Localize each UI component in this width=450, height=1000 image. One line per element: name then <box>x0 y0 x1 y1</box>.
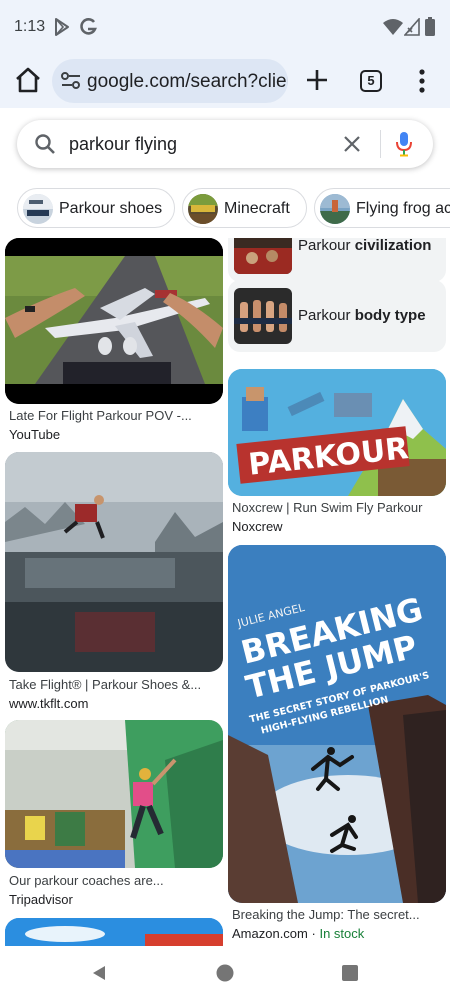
result-source: www.tkflt.com <box>9 696 89 711</box>
system-nav-bar <box>0 946 450 1000</box>
result-card[interactable]: JULIE ANGEL BREAKING THE JUMP THE SECRET… <box>228 545 450 946</box>
url-text: google.com/search?client=ms-android-goog… <box>87 71 288 92</box>
google-g-icon <box>80 18 97 35</box>
chip-parkour-shoes[interactable]: Parkour shoes <box>17 188 175 228</box>
back-icon[interactable] <box>90 964 108 982</box>
result-image[interactable] <box>5 918 223 946</box>
chip-minecraft[interactable]: Minecraft <box>182 188 307 228</box>
result-title: Take Flight® | Parkour Shoes &... <box>9 677 202 692</box>
suggestion-chips: Parkour shoes Minecraft Flying frog ac <box>0 188 450 230</box>
chip-thumbnail <box>320 194 350 224</box>
signal-icon <box>404 18 420 36</box>
result-image[interactable] <box>5 720 223 868</box>
chip-label: Parkour shoes <box>59 200 163 217</box>
related-label: Parkour civilization <box>298 238 432 254</box>
battery-icon <box>425 17 435 36</box>
search-box <box>17 120 433 168</box>
result-card[interactable]: Take Flight® | Parkour Shoes &... www.tk… <box>0 452 228 714</box>
result-card[interactable]: PARKOUR Noxcrew | Run Swim Fly Parkour N… <box>228 369 450 537</box>
result-card[interactable]: Late For Flight Parkour POV -... YouTube <box>0 238 228 448</box>
result-title: Late For Flight Parkour POV -... <box>9 408 192 423</box>
status-bar: 1:13 <box>0 0 450 56</box>
more-vert-icon[interactable] <box>412 66 432 96</box>
tune-icon[interactable] <box>60 71 82 91</box>
result-card[interactable] <box>0 918 228 946</box>
result-card[interactable]: Our parkour coaches are... Tripadvisor <box>0 720 228 912</box>
related-label: Parkour body type <box>298 307 426 324</box>
wifi-icon <box>383 19 403 35</box>
recents-icon[interactable] <box>342 965 358 981</box>
availability-badge: In stock <box>319 926 365 941</box>
related-search-body-type[interactable]: Parkour body type <box>228 280 446 352</box>
chip-label: Flying frog ac <box>356 200 450 217</box>
related-thumbnail <box>234 238 292 274</box>
close-icon[interactable] <box>341 133 363 155</box>
mic-icon[interactable] <box>395 131 413 157</box>
result-title: Breaking the Jump: The secret... <box>232 907 420 922</box>
search-divider <box>380 130 381 158</box>
result-image[interactable]: JULIE ANGEL BREAKING THE JUMP THE SECRET… <box>228 545 446 903</box>
home-icon[interactable] <box>12 64 44 96</box>
chip-thumbnail <box>23 194 53 224</box>
plus-icon[interactable] <box>302 65 332 95</box>
home-nav-icon[interactable] <box>216 964 234 982</box>
image-results: Parkour civilization Parkour body type L… <box>0 238 450 946</box>
result-source: Tripadvisor <box>9 892 73 907</box>
chip-label: Minecraft <box>224 200 290 217</box>
related-thumbnail <box>234 288 292 344</box>
result-source: Noxcrew <box>232 519 283 534</box>
related-search-civilization[interactable]: Parkour civilization <box>228 238 446 282</box>
tab-switcher-icon[interactable]: 5 <box>360 70 382 92</box>
play-store-icon <box>55 18 69 36</box>
status-time: 1:13 <box>14 18 46 35</box>
result-title: Our parkour coaches are... <box>9 873 164 888</box>
result-image[interactable] <box>5 238 223 404</box>
search-icon[interactable] <box>33 132 57 156</box>
result-source: Amazon.com · In stock <box>232 926 365 941</box>
chip-flying-frog[interactable]: Flying frog ac <box>314 188 450 228</box>
result-image[interactable] <box>5 452 223 672</box>
result-image[interactable]: PARKOUR <box>228 369 446 496</box>
search-input[interactable] <box>69 132 309 156</box>
chip-thumbnail <box>188 194 218 224</box>
browser-toolbar: google.com/search?client=ms-android-goog… <box>0 56 450 108</box>
address-bar[interactable]: google.com/search?client=ms-android-goog… <box>52 59 288 103</box>
result-source: YouTube <box>9 427 61 442</box>
result-title: Noxcrew | Run Swim Fly Parkour <box>232 500 423 515</box>
